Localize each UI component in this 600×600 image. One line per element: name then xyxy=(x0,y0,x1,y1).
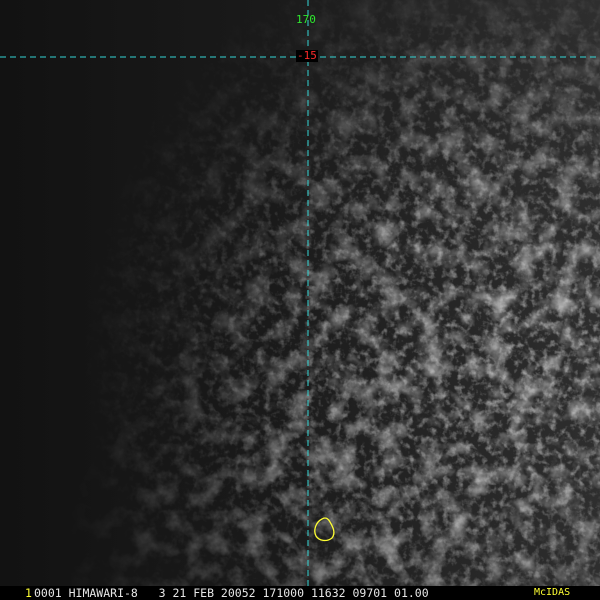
frame-number: 1 xyxy=(25,586,32,600)
mcidas-logo-text: McIDAS xyxy=(534,586,571,600)
latitude-label: -15 xyxy=(296,49,318,62)
satellite-imagery xyxy=(0,0,600,600)
longitude-label: 170 xyxy=(296,13,316,26)
cloud-field-south xyxy=(0,0,600,600)
image-info-text: 0001 HIMAWARI-8 3 21 FEB 20052 171000 11… xyxy=(34,586,429,600)
status-bar: 1 0001 HIMAWARI-8 3 21 FEB 20052 171000 … xyxy=(0,586,600,600)
satellite-image-frame: 170 -15 1 0001 HIMAWARI-8 3 21 FEB 20052… xyxy=(0,0,600,600)
